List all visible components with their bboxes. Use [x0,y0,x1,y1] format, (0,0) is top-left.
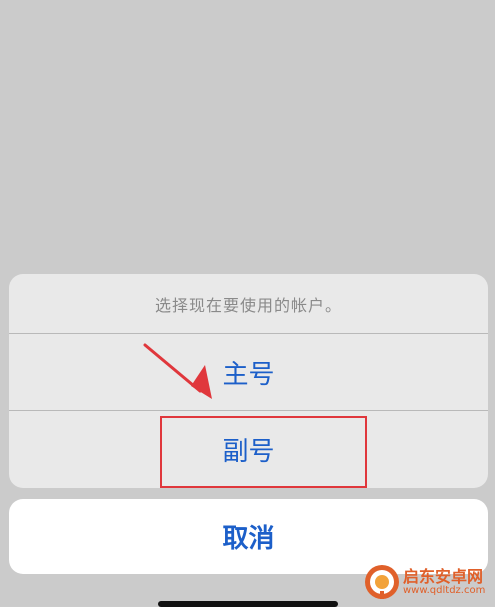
watermark-name: 启东安卓网 [403,566,484,586]
secondary-account-option[interactable]: 副号 [9,411,488,487]
account-action-sheet: 选择现在要使用的帐户。 主号 副号 [9,274,488,488]
logo-icon [365,565,399,599]
sheet-message: 选择现在要使用的帐户。 [154,295,342,315]
home-indicator[interactable] [158,601,338,607]
watermark-url: www.qdltdz.com [403,585,486,597]
watermark: 启东安卓网 www.qdltdz.com [363,560,493,604]
main-account-option[interactable]: 主号 [9,334,488,410]
